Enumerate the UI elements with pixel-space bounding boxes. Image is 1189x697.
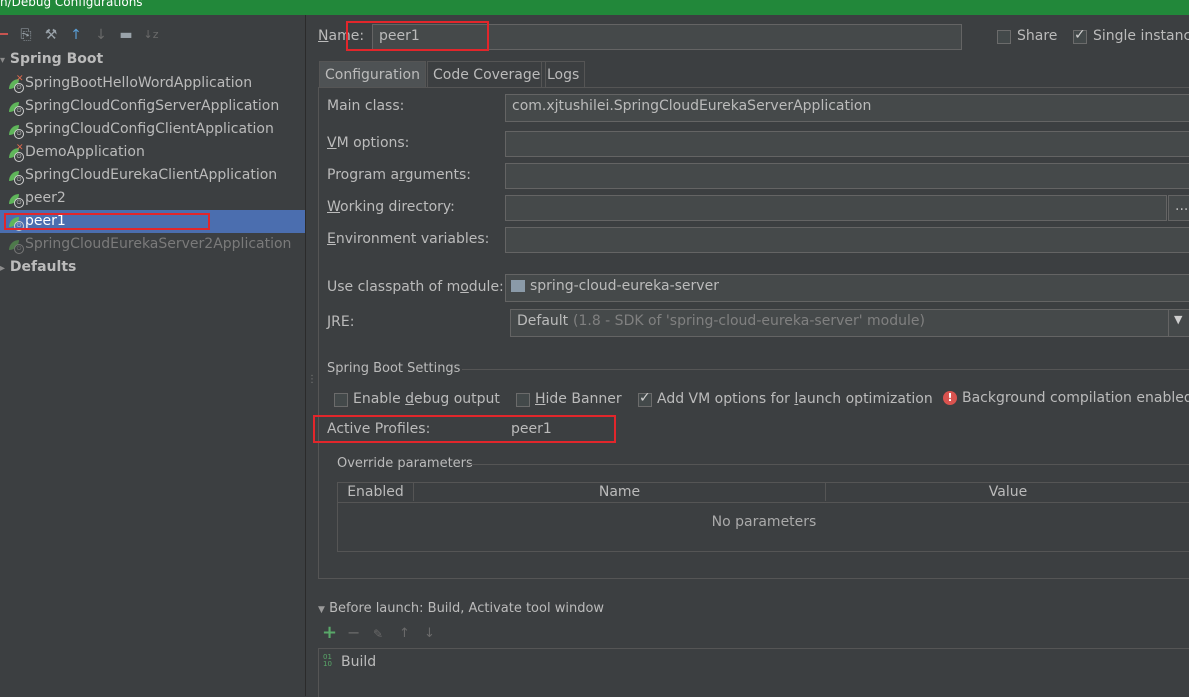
before-launch-header[interactable]: ▼ Before launch: Build, Activate tool wi…	[318, 601, 604, 616]
jre-select[interactable]: Default (1.8 - SDK of 'spring-cloud-eure…	[510, 309, 1170, 337]
before-launch-list: 01 10 Build	[318, 648, 1189, 697]
collapse-arrow-icon[interactable]: ▾	[0, 55, 5, 66]
sort-icon[interactable]: ↓z	[143, 27, 159, 43]
enable-debug-output-label: Enable debug output	[353, 391, 500, 407]
tab-configuration[interactable]: Configuration	[319, 61, 426, 88]
spring-boot-icon: ⏻	[9, 100, 24, 116]
classpath-module-select[interactable]: spring-cloud-eureka-server	[505, 274, 1189, 302]
single-instance-checkbox[interactable]	[1073, 27, 1087, 44]
add-vm-options-label: Add VM options for launch optimization	[657, 391, 933, 407]
splitter-handle-icon[interactable]: ⋮	[307, 375, 317, 385]
vm-options-input[interactable]	[505, 131, 1189, 157]
copy-config-icon[interactable]: ⎘	[18, 27, 34, 43]
program-arguments-input[interactable]	[505, 163, 1189, 189]
column-header-enabled[interactable]: Enabled	[338, 483, 414, 501]
jre-dropdown-button[interactable]: ▼	[1168, 309, 1189, 337]
module-folder-icon	[511, 280, 525, 292]
empty-table-text: No parameters	[711, 514, 817, 530]
main-class-label: Main class:	[327, 98, 405, 114]
column-header-value[interactable]: Value	[826, 483, 1189, 501]
spring-boot-error-icon: ⏻ ✕	[9, 75, 24, 93]
hide-banner-label: Hide Banner	[535, 391, 622, 407]
configurations-tree-panel: ⎘ ⚒ ↑ ↓ ▬ ↓z ▾ Spring Boot ⏻ ✕ SpringBoot…	[0, 15, 306, 696]
remove-config-icon[interactable]	[0, 33, 8, 35]
browse-working-directory-button[interactable]: ...	[1168, 195, 1189, 221]
list-item-build[interactable]: 01 10 Build	[321, 652, 1189, 674]
move-down-icon[interactable]: ↓	[93, 27, 109, 43]
move-task-down-icon[interactable]: ↓	[424, 626, 435, 642]
build-icon: 01 10	[323, 653, 332, 668]
add-task-icon[interactable]: +	[322, 624, 337, 642]
working-directory-label: Working directory:	[327, 199, 455, 215]
override-parameters-table: Enabled Name Value No parameters	[337, 482, 1189, 552]
program-arguments-label: Program arguments:	[327, 167, 472, 183]
column-header-name[interactable]: Name	[414, 483, 826, 501]
add-vm-options-checkbox[interactable]	[638, 390, 652, 407]
highlight-box-active-profiles	[313, 415, 616, 443]
background-compilation-label: Background compilation enabled	[962, 390, 1189, 406]
chevron-down-icon: ▼	[1174, 313, 1183, 326]
tree-item-springcloudconfigclientapplication[interactable]: ⏻ SpringCloudConfigClientApplication	[0, 118, 305, 141]
collapse-arrow-icon[interactable]: ▼	[318, 605, 325, 615]
classpath-module-label: Use classpath of module:	[327, 279, 504, 295]
spring-boot-icon: ⏻	[9, 123, 24, 139]
enable-debug-output-checkbox[interactable]	[334, 393, 348, 407]
folder-icon[interactable]: ▬	[118, 27, 134, 43]
window-title: n/Debug Configurations	[0, 0, 143, 9]
jre-label: JRE:	[327, 314, 355, 330]
tree-item-demoapplication[interactable]: ⏻ ✕ DemoApplication	[0, 141, 305, 164]
tree-group-spring-boot[interactable]: ▾ Spring Boot	[0, 51, 103, 67]
highlight-box-name	[346, 21, 489, 51]
environment-variables-label: Environment variables:	[327, 231, 490, 247]
spring-boot-disabled-icon: ⏻	[9, 238, 24, 254]
working-directory-input[interactable]	[505, 195, 1167, 221]
spring-boot-icon: ⏻	[9, 192, 24, 208]
tree-item-peer2[interactable]: ⏻ peer2	[0, 187, 305, 210]
override-parameters-title: Override parameters	[337, 456, 473, 471]
main-class-input[interactable]: com.xjtushilei.SpringCloudEurekaServerAp…	[505, 94, 1189, 122]
single-instance-label: Single instance	[1093, 28, 1189, 44]
warning-icon: !	[943, 391, 957, 405]
move-task-up-icon[interactable]: ↑	[399, 626, 410, 642]
hide-banner-checkbox[interactable]	[516, 393, 530, 407]
tree-group-defaults[interactable]: ▸ Defaults	[0, 259, 76, 275]
edit-defaults-icon[interactable]: ⚒	[43, 27, 59, 43]
expand-arrow-icon[interactable]: ▸	[0, 263, 5, 274]
section-divider	[462, 369, 1189, 370]
tree-item-springcloudconfigserverapplication[interactable]: ⏻ SpringCloudConfigServerApplication	[0, 95, 305, 118]
spring-boot-settings-title: Spring Boot Settings	[327, 361, 461, 376]
table-header-divider	[338, 502, 1189, 503]
edit-task-icon[interactable]: ✎	[373, 626, 383, 642]
tab-logs[interactable]: Logs	[541, 61, 586, 88]
spring-boot-error-icon: ⏻ ✕	[9, 144, 24, 162]
spring-boot-icon: ⏻	[9, 169, 24, 185]
share-label: Share	[1017, 28, 1058, 44]
override-divider	[467, 464, 1189, 465]
tab-code-coverage[interactable]: Code Coverage	[427, 61, 547, 88]
tree-item-springcloudeurekaclientapplication[interactable]: ⏻ SpringCloudEurekaClientApplication	[0, 164, 305, 187]
highlight-box-peer1-tree	[4, 213, 210, 230]
move-up-icon[interactable]: ↑	[68, 27, 84, 43]
tree-item-springboothellowordapplication[interactable]: ⏻ ✕ SpringBootHelloWordApplication	[0, 72, 305, 95]
share-checkbox[interactable]	[997, 30, 1011, 44]
remove-task-icon[interactable]: −	[347, 624, 360, 642]
window-title-bar: n/Debug Configurations	[0, 0, 1189, 15]
tree-item-springcloudeurekaserver2application[interactable]: ⏻ SpringCloudEurekaServer2Application	[0, 233, 305, 256]
vm-options-label: VM options:	[327, 135, 410, 151]
environment-variables-input[interactable]	[505, 227, 1189, 253]
